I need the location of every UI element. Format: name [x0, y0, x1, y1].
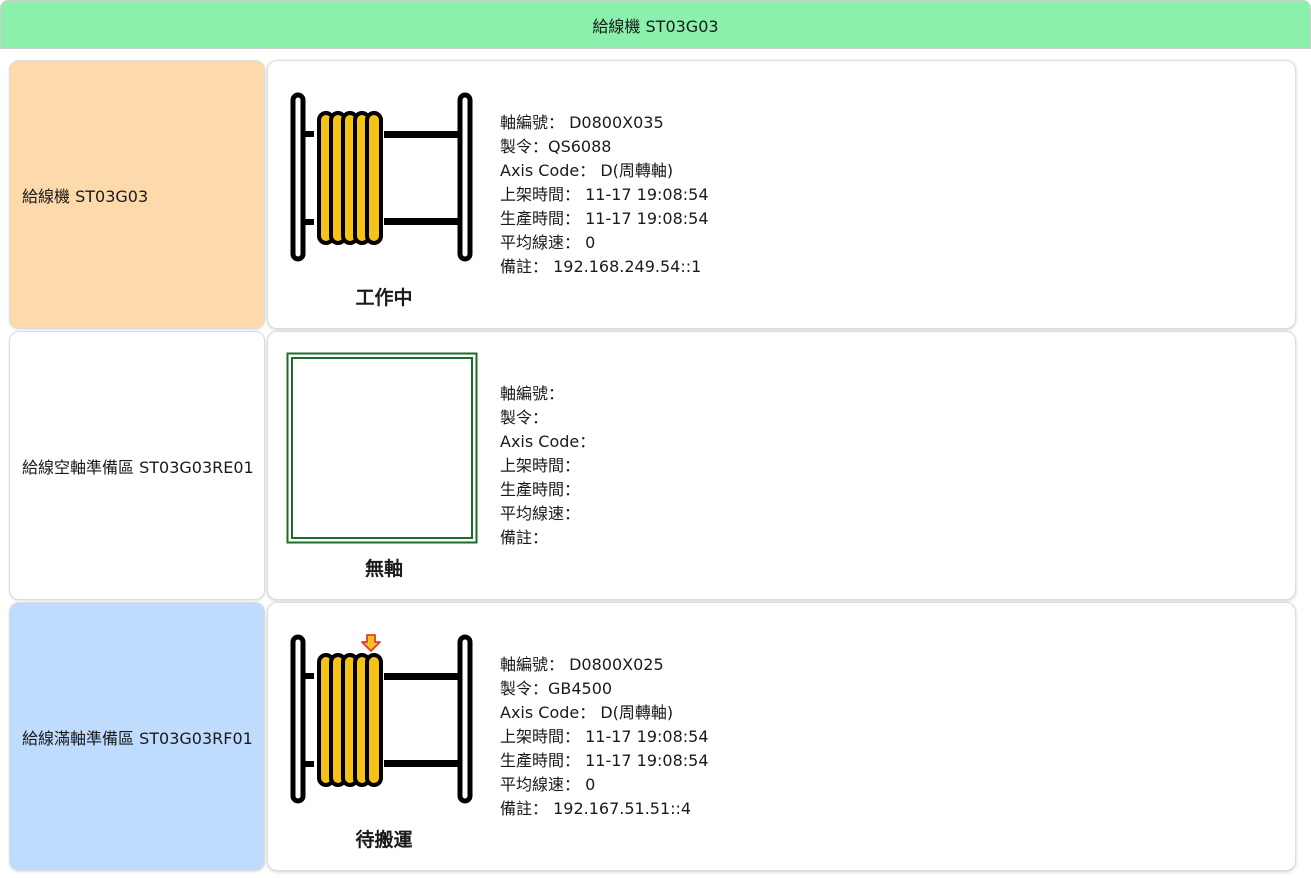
station-label-box[interactable]: 給線機 ST03G03 — [9, 60, 265, 329]
station-card[interactable]: 待搬運 軸編號： D0800X025 製令：GB4500 Axis Code： … — [267, 602, 1296, 871]
remark: 備註： 192.168.249.54::1 — [500, 257, 702, 276]
page-header: 給線機 ST03G03 — [0, 0, 1311, 49]
station-card[interactable]: 工作中 軸編號： D0800X035 製令：QS6088 Axis Code： … — [267, 60, 1296, 329]
status-label: 無軸 — [364, 558, 403, 580]
average-line-speed: 平均線速： 0 — [500, 233, 596, 252]
axis-code: Axis Code： — [500, 432, 596, 451]
remark: 備註： — [500, 528, 549, 547]
page-title: 給線機 ST03G03 — [592, 16, 719, 36]
station-card[interactable]: 無軸 軸編號： 製令： Axis Code： 上架時間： 生產時間： 平均線速：… — [267, 331, 1296, 600]
station-label: 給線機 ST03G03 — [22, 186, 149, 206]
order-number: 製令：QS6088 — [500, 137, 612, 156]
axis-code: Axis Code： D(周轉軸) — [500, 703, 674, 722]
axis-info: 軸編號： 製令： Axis Code： 上架時間： 生產時間： 平均線速： 備註… — [500, 382, 595, 550]
station-row-full-axis: 給線滿軸準備區 ST03G03RF01 待搬運 軸編號： D0800X025 製… — [9, 602, 1297, 873]
status-label: 待搬運 — [355, 829, 413, 851]
axis-number: 軸編號： D0800X025 — [500, 655, 664, 674]
shelf-time: 上架時間： 11-17 19:08:54 — [500, 185, 709, 204]
axis-number: 軸編號： — [500, 384, 565, 403]
station-row-empty-axis: 給線空軸準備區 ST03G03RE01 無軸 軸編號： 製令： Axis Cod… — [9, 331, 1297, 602]
spool-icon — [286, 89, 482, 265]
station-label: 給線空軸準備區 ST03G03RE01 — [22, 457, 254, 477]
down-arrow-icon — [361, 634, 381, 652]
empty-slot-icon — [286, 352, 480, 546]
axis-code: Axis Code： D(周轉軸) — [500, 161, 674, 180]
station-row-machine: 給線機 ST03G03 工作中 軸編號： D0800X035 製令：QS6088… — [9, 60, 1297, 331]
average-line-speed: 平均線速： — [500, 504, 581, 523]
shelf-time: 上架時間： 11-17 19:08:54 — [500, 727, 709, 746]
axis-info: 軸編號： D0800X035 製令：QS6088 Axis Code： D(周轉… — [500, 111, 709, 279]
status-label: 工作中 — [355, 287, 413, 309]
station-label-box[interactable]: 給線空軸準備區 ST03G03RE01 — [9, 331, 265, 600]
station-label-box[interactable]: 給線滿軸準備區 ST03G03RF01 — [9, 602, 265, 871]
station-label: 給線滿軸準備區 ST03G03RF01 — [22, 728, 253, 748]
spool-with-arrow-icon — [286, 631, 482, 807]
order-number: 製令：GB4500 — [500, 679, 613, 698]
order-number: 製令： — [500, 408, 549, 427]
shelf-time: 上架時間： — [500, 456, 581, 475]
production-time: 生產時間： 11-17 19:08:54 — [500, 209, 709, 228]
remark: 備註： 192.167.51.51::4 — [500, 799, 692, 818]
production-time: 生產時間： 11-17 19:08:54 — [500, 751, 709, 770]
axis-info: 軸編號： D0800X025 製令：GB4500 Axis Code： D(周轉… — [500, 653, 709, 821]
average-line-speed: 平均線速： 0 — [500, 775, 596, 794]
production-time: 生產時間： — [500, 480, 581, 499]
axis-number: 軸編號： D0800X035 — [500, 113, 664, 132]
